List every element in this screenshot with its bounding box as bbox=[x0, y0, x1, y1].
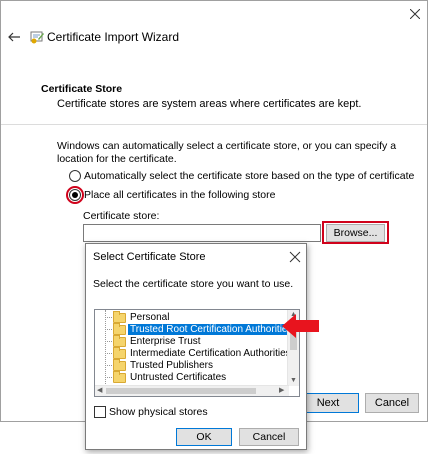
radio-auto-label: Automatically select the certificate sto… bbox=[84, 170, 415, 182]
certificate-store-field[interactable] bbox=[83, 224, 321, 242]
back-arrow-icon[interactable] bbox=[7, 30, 21, 44]
folder-icon bbox=[113, 322, 126, 335]
radio-button[interactable] bbox=[69, 170, 81, 182]
tree-item-label: Intermediate Certification Authorities bbox=[130, 348, 291, 359]
show-physical-checkbox[interactable] bbox=[94, 406, 106, 418]
browse-button[interactable]: Browse... bbox=[326, 224, 385, 242]
intro-text: Windows can automatically select a certi… bbox=[57, 140, 397, 165]
dialog-title: Select Certificate Store bbox=[93, 251, 206, 263]
certificate-wizard-icon bbox=[30, 31, 44, 44]
ok-button[interactable]: OK bbox=[176, 428, 232, 446]
folder-icon bbox=[113, 346, 126, 359]
radio-place-in-store[interactable]: Place all certificates in the following … bbox=[69, 189, 275, 201]
folder-icon bbox=[113, 334, 126, 347]
show-physical-label: Show physical stores bbox=[109, 406, 208, 418]
tree-item-label: Untrusted Certificates bbox=[130, 372, 227, 383]
tree-item-label: Trusted Publishers bbox=[130, 360, 213, 371]
tree-lines bbox=[105, 310, 106, 386]
folder-icon bbox=[113, 370, 126, 383]
cancel-button[interactable]: Cancel bbox=[365, 393, 419, 413]
section-title: Certificate Store bbox=[41, 83, 123, 95]
radio-place-label: Place all certificates in the following … bbox=[84, 189, 276, 201]
tree-item-untrusted[interactable]: Untrusted Certificates bbox=[105, 370, 228, 384]
tree-item-label: Personal bbox=[130, 312, 170, 323]
dialog-close-icon[interactable] bbox=[289, 251, 301, 263]
tree-item-label: Trusted Root Certification Authorities bbox=[128, 324, 295, 335]
horizontal-scroll-thumb[interactable] bbox=[106, 388, 256, 394]
certificate-store-label: Certificate store: bbox=[83, 210, 160, 222]
wizard-title: Certificate Import Wizard bbox=[47, 30, 180, 44]
scroll-down-icon[interactable]: ▼ bbox=[290, 376, 297, 386]
folder-icon bbox=[113, 358, 126, 371]
dialog-cancel-button[interactable]: Cancel bbox=[239, 428, 299, 446]
horizontal-scrollbar[interactable]: ◀ ▶ bbox=[95, 385, 289, 396]
red-arrow-icon bbox=[282, 314, 319, 338]
divider bbox=[1, 124, 427, 125]
radio-highlight-annotation bbox=[66, 186, 84, 204]
radio-auto-select[interactable]: Automatically select the certificate sto… bbox=[69, 170, 414, 182]
dialog-description: Select the certificate store you want to… bbox=[93, 278, 294, 290]
close-icon[interactable] bbox=[406, 5, 424, 23]
show-physical-stores[interactable]: Show physical stores bbox=[94, 406, 208, 418]
select-certificate-store-dialog: Select Certificate Store Select the cert… bbox=[85, 243, 307, 450]
scroll-right-icon[interactable]: ▶ bbox=[279, 386, 284, 396]
scroll-left-icon[interactable]: ◀ bbox=[97, 386, 102, 396]
folder-icon bbox=[113, 310, 126, 323]
tree-item-label: Enterprise Trust bbox=[130, 336, 201, 347]
section-description: Certificate stores are system areas wher… bbox=[57, 98, 362, 110]
store-tree[interactable]: Personal Trusted Root Certification Auth… bbox=[94, 309, 300, 397]
